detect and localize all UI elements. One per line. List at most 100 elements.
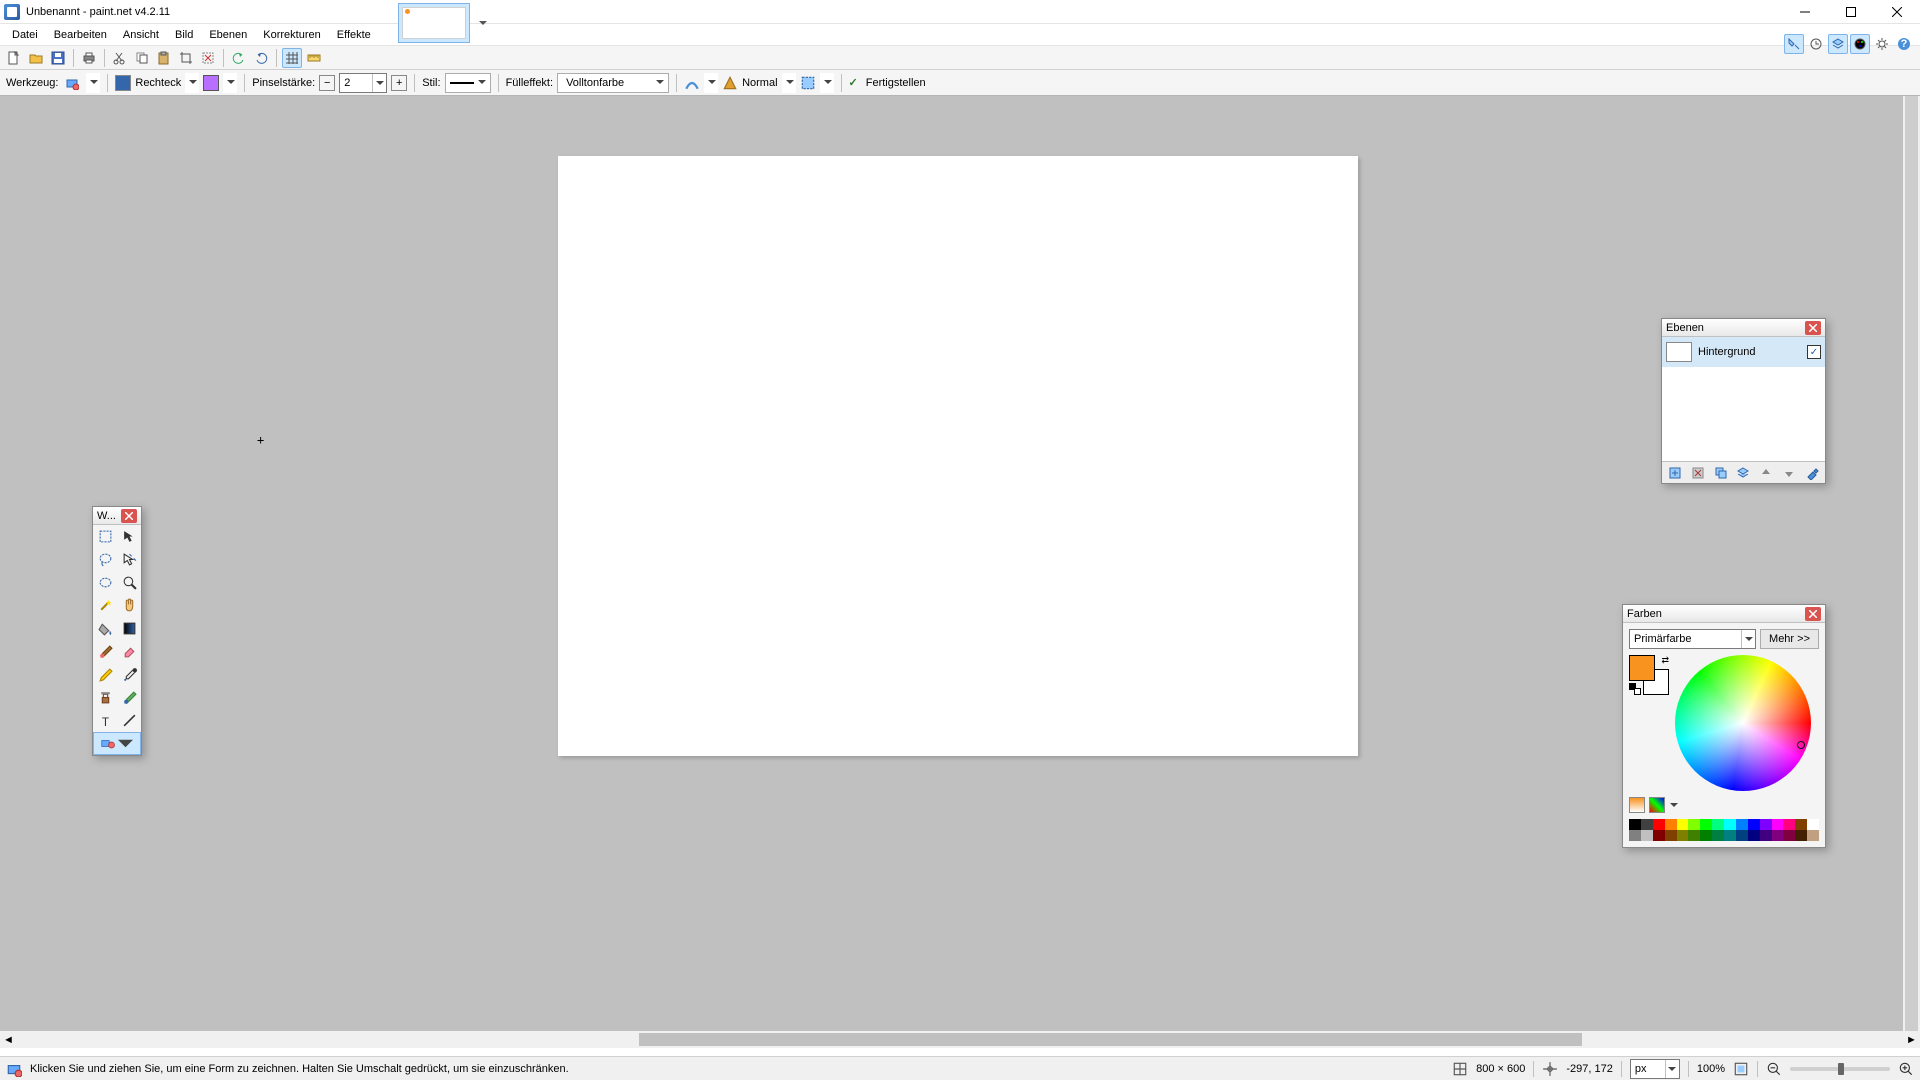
blend-icon[interactable] — [722, 75, 738, 91]
palette-cell[interactable] — [1712, 819, 1724, 830]
v-scrollbar[interactable] — [1903, 96, 1920, 1031]
layer-up-button[interactable] — [1757, 464, 1775, 482]
tool-magic-wand[interactable] — [93, 594, 117, 617]
palette-cell[interactable] — [1760, 819, 1772, 830]
palette-cell[interactable] — [1653, 819, 1665, 830]
palette-cell[interactable] — [1736, 819, 1748, 830]
palette-cell[interactable] — [1736, 830, 1748, 841]
color-which-select[interactable]: Primärfarbe — [1629, 629, 1756, 649]
help-button[interactable]: ? — [1894, 34, 1914, 54]
brush-size-input[interactable] — [339, 73, 387, 93]
zoom-out-button[interactable] — [1766, 1061, 1782, 1077]
menu-effects[interactable]: Effekte — [329, 27, 379, 43]
brush-size-dropdown[interactable] — [372, 74, 386, 92]
v-scroll-thumb[interactable] — [1905, 96, 1918, 1031]
menu-image[interactable]: Bild — [167, 27, 201, 43]
palette-cell[interactable] — [1760, 830, 1772, 841]
scroll-right-icon[interactable]: ► — [1903, 1031, 1920, 1048]
tool-shapes[interactable] — [93, 732, 141, 755]
tools-panel-close[interactable] — [121, 509, 137, 523]
antialias-icon[interactable] — [684, 75, 700, 91]
layer-duplicate-button[interactable] — [1712, 464, 1730, 482]
palette-cell[interactable] — [1807, 819, 1819, 830]
palette-manage-button[interactable] — [1649, 797, 1665, 813]
colors-more-button[interactable]: Mehr >> — [1760, 629, 1819, 649]
line-style-select[interactable] — [445, 73, 491, 93]
palette-cell[interactable] — [1724, 819, 1736, 830]
palette-cell[interactable] — [1688, 830, 1700, 841]
tool-color-picker[interactable] — [117, 663, 141, 686]
tool-recolor[interactable] — [117, 686, 141, 709]
crop-button[interactable] — [176, 48, 196, 68]
layer-down-button[interactable] — [1780, 464, 1798, 482]
history-window-toggle[interactable] — [1806, 34, 1826, 54]
status-fit-icon[interactable] — [1733, 1061, 1749, 1077]
palette-cell[interactable] — [1748, 830, 1760, 841]
blend-dropdown[interactable] — [782, 73, 796, 93]
palette-cell[interactable] — [1653, 830, 1665, 841]
minimize-button[interactable] — [1782, 0, 1828, 24]
canvas[interactable] — [558, 156, 1358, 756]
palette-cell[interactable] — [1629, 830, 1641, 841]
print-button[interactable] — [79, 48, 99, 68]
maximize-button[interactable] — [1828, 0, 1874, 24]
colors-panel[interactable]: Farben Primärfarbe Mehr >> ⇄ — [1622, 604, 1826, 848]
palette-cell[interactable] — [1783, 819, 1795, 830]
grid-toggle[interactable] — [282, 48, 302, 68]
layers-window-toggle[interactable] — [1828, 34, 1848, 54]
brush-inc-button[interactable]: + — [391, 75, 407, 91]
layer-merge-button[interactable] — [1734, 464, 1752, 482]
layers-list[interactable]: Hintergrund ✓ — [1662, 337, 1825, 461]
palette-cell[interactable] — [1700, 819, 1712, 830]
palette-cell[interactable] — [1795, 819, 1807, 830]
palette-cell[interactable] — [1712, 830, 1724, 841]
tool-pencil[interactable] — [93, 663, 117, 686]
color-wheel-cursor[interactable] — [1797, 741, 1805, 749]
palette-cell[interactable] — [1700, 830, 1712, 841]
primary-swatch[interactable] — [1629, 655, 1655, 681]
ruler-toggle[interactable] — [304, 48, 324, 68]
menu-layers[interactable]: Ebenen — [201, 27, 255, 43]
reset-bw-icon[interactable] — [1629, 683, 1641, 695]
layers-panel-close[interactable] — [1805, 321, 1821, 335]
palette-cell[interactable] — [1665, 819, 1677, 830]
palette-cell[interactable] — [1795, 830, 1807, 841]
selection-mode-icon[interactable] — [800, 75, 816, 91]
palette-cell[interactable] — [1772, 830, 1784, 841]
tool-dropdown[interactable] — [86, 73, 100, 93]
layer-add-button[interactable] — [1666, 464, 1684, 482]
palette-cell[interactable] — [1807, 830, 1819, 841]
menu-adjustments[interactable]: Korrekturen — [255, 27, 328, 43]
tool-brush[interactable] — [93, 640, 117, 663]
palette-cell[interactable] — [1783, 830, 1795, 841]
palette-cell[interactable] — [1748, 819, 1760, 830]
color-palette[interactable] — [1629, 819, 1819, 841]
palette-cell[interactable] — [1665, 830, 1677, 841]
selection-mode-dropdown[interactable] — [820, 73, 834, 93]
fill-select[interactable]: Volltonfarbe — [557, 73, 669, 93]
tool-clone[interactable] — [93, 686, 117, 709]
tool-ellipse-select[interactable] — [93, 571, 117, 594]
menu-view[interactable]: Ansicht — [115, 27, 167, 43]
menu-edit[interactable]: Bearbeiten — [46, 27, 115, 43]
tool-pan[interactable] — [117, 594, 141, 617]
shape-icon[interactable] — [115, 75, 131, 91]
palette-cell[interactable] — [1641, 830, 1653, 841]
palette-cell[interactable] — [1724, 830, 1736, 841]
palette-cell[interactable] — [1641, 819, 1653, 830]
shape-fill-dropdown[interactable] — [223, 73, 237, 93]
zoom-in-button[interactable] — [1898, 1061, 1914, 1077]
palette-cell[interactable] — [1677, 819, 1689, 830]
document-list-expand[interactable] — [476, 16, 490, 30]
tool-gradient[interactable] — [117, 617, 141, 640]
swap-colors-icon[interactable]: ⇄ — [1661, 655, 1669, 666]
scroll-left-icon[interactable]: ◄ — [0, 1031, 17, 1048]
brush-size-field[interactable] — [340, 77, 372, 89]
shape-dropdown[interactable] — [185, 73, 199, 93]
workspace[interactable]: + ◄ ► — [0, 96, 1920, 1048]
color-swatches[interactable]: ⇄ — [1629, 655, 1669, 695]
new-file-button[interactable] — [4, 48, 24, 68]
cut-button[interactable] — [110, 48, 130, 68]
close-button[interactable] — [1874, 0, 1920, 24]
layers-panel[interactable]: Ebenen Hintergrund ✓ — [1661, 318, 1826, 484]
